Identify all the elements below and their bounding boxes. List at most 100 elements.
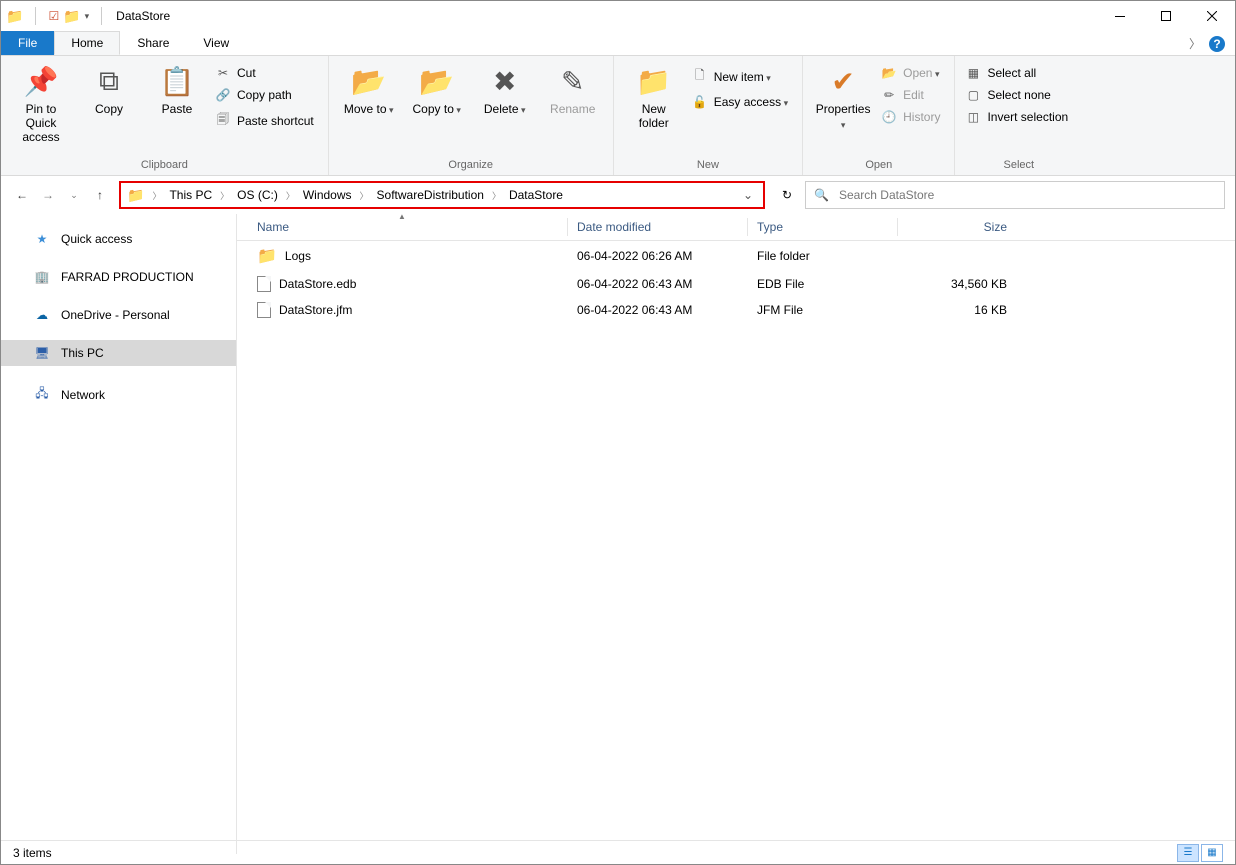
col-date[interactable]: Date modified: [567, 214, 747, 240]
rename-icon: ✎: [561, 62, 584, 100]
qat-dropdown-icon[interactable]: ▾: [85, 11, 90, 22]
copy-button[interactable]: ⧉ Copy: [81, 62, 137, 116]
copy-to-icon: 📂: [419, 62, 454, 100]
easy-access-button[interactable]: 🔓Easy access: [688, 93, 792, 111]
search-placeholder: Search DataStore: [839, 188, 934, 202]
item-count: 3 items: [13, 846, 52, 860]
address-bar[interactable]: 📁 〉 This PC 〉 OS (C:) 〉 Windows 〉 Softwa…: [119, 181, 765, 209]
view-details-button[interactable]: ☰: [1177, 844, 1199, 862]
chevron-right-icon[interactable]: 〉: [152, 189, 161, 202]
chevron-right-icon[interactable]: 〉: [220, 189, 229, 202]
ribbon-collapse-icon[interactable]: 〉: [1189, 35, 1201, 52]
recent-dropdown[interactable]: ⌄: [63, 184, 85, 206]
select-all-icon: ▦: [965, 66, 981, 80]
crumb-datastore[interactable]: DataStore: [509, 188, 563, 202]
chevron-right-icon[interactable]: 〉: [286, 189, 295, 202]
star-icon: ★: [33, 232, 51, 246]
crumb-this-pc[interactable]: This PC: [169, 188, 212, 202]
invert-selection-button[interactable]: ◫Invert selection: [961, 108, 1072, 126]
col-name[interactable]: ▲Name: [237, 214, 567, 240]
crumb-softwaredistribution[interactable]: SoftwareDistribution: [377, 188, 484, 202]
content-area: ★Quick access 🏢FARRAD PRODUCTION ☁OneDri…: [1, 214, 1235, 854]
maximize-button[interactable]: [1143, 1, 1189, 31]
col-type[interactable]: Type: [747, 214, 897, 240]
group-select: ▦Select all ▢Select none ◫Invert selecti…: [955, 56, 1082, 175]
chevron-right-icon[interactable]: 〉: [492, 189, 501, 202]
qat-checkbox-icon[interactable]: ☑: [48, 9, 59, 23]
folder-icon: 📁: [257, 246, 277, 266]
search-input[interactable]: 🔍 Search DataStore: [805, 181, 1225, 209]
rename-button[interactable]: ✎ Rename: [545, 62, 601, 116]
new-item-button[interactable]: 🗋New item: [688, 64, 792, 89]
window-controls: [1097, 1, 1235, 31]
move-to-icon: 📂: [351, 62, 386, 100]
sidebar-item-onedrive[interactable]: ☁OneDrive - Personal: [1, 302, 236, 328]
chevron-right-icon[interactable]: 〉: [360, 189, 369, 202]
crumb-os-c[interactable]: OS (C:): [237, 188, 278, 202]
copy-path-button[interactable]: 🔗Copy path: [211, 86, 318, 104]
tab-view[interactable]: View: [186, 31, 246, 55]
file-type: JFM File: [747, 298, 897, 322]
pin-button[interactable]: 📌 Pin to Quick access: [13, 62, 69, 144]
cloud-icon: ☁: [33, 308, 51, 322]
table-row[interactable]: DataStore.edb06-04-2022 06:43 AMEDB File…: [237, 271, 1235, 297]
qat-folder-icon[interactable]: 📁: [63, 8, 80, 25]
delete-button[interactable]: ✖ Delete: [477, 62, 533, 117]
edit-button[interactable]: ✏Edit: [877, 86, 944, 104]
properties-button[interactable]: ✔ Properties: [815, 62, 871, 132]
copy-path-icon: 🔗: [215, 88, 231, 102]
paste-shortcut-icon: 🗐: [215, 110, 231, 131]
minimize-button[interactable]: [1097, 1, 1143, 31]
paste-shortcut-button[interactable]: 🗐Paste shortcut: [211, 108, 318, 133]
group-open: ✔ Properties 📂Open ✏Edit 🕘History Open: [803, 56, 955, 175]
col-size[interactable]: Size: [897, 214, 1017, 240]
view-large-icons-button[interactable]: ▦: [1201, 844, 1223, 862]
back-button[interactable]: ←: [11, 184, 33, 206]
table-row[interactable]: 📁Logs06-04-2022 06:26 AMFile folder: [237, 241, 1235, 271]
file-type: File folder: [747, 244, 897, 268]
ribbon-tabs: File Home Share View 〉 ?: [1, 31, 1235, 56]
copy-to-button[interactable]: 📂 Copy to: [409, 62, 465, 117]
address-dropdown-icon[interactable]: ⌄: [739, 188, 757, 202]
file-size: [897, 251, 1017, 261]
file-icon: [257, 276, 271, 292]
navigation-pane: ★Quick access 🏢FARRAD PRODUCTION ☁OneDri…: [1, 214, 237, 854]
move-to-button[interactable]: 📂 Move to: [341, 62, 397, 117]
tab-share[interactable]: Share: [120, 31, 186, 55]
refresh-button[interactable]: ↻: [773, 181, 801, 209]
file-date: 06-04-2022 06:43 AM: [567, 272, 747, 296]
file-size: 34,560 KB: [897, 272, 1017, 296]
forward-button[interactable]: →: [37, 184, 59, 206]
group-clipboard: 📌 Pin to Quick access ⧉ Copy 📋 Paste ✂Cu…: [1, 56, 329, 175]
new-item-icon: 🗋: [692, 66, 708, 87]
select-none-button[interactable]: ▢Select none: [961, 86, 1072, 104]
open-button[interactable]: 📂Open: [877, 64, 944, 82]
history-icon: 🕘: [881, 110, 897, 124]
window-title: DataStore: [116, 9, 170, 23]
cut-button[interactable]: ✂Cut: [211, 64, 318, 82]
open-icon: 📂: [881, 66, 897, 80]
sidebar-item-this-pc[interactable]: 🖥This PC: [1, 340, 236, 366]
properties-icon: ✔: [831, 62, 854, 100]
easy-access-icon: 🔓: [692, 95, 708, 109]
file-date: 06-04-2022 06:43 AM: [567, 298, 747, 322]
new-folder-icon: 📁: [636, 62, 671, 100]
group-organize: 📂 Move to 📂 Copy to ✖ Delete ✎ Rename Or…: [329, 56, 614, 175]
close-button[interactable]: [1189, 1, 1235, 31]
select-all-button[interactable]: ▦Select all: [961, 64, 1072, 82]
file-name: DataStore.edb: [279, 277, 356, 291]
crumb-windows[interactable]: Windows: [303, 188, 352, 202]
sidebar-item-farrad[interactable]: 🏢FARRAD PRODUCTION: [1, 264, 236, 290]
help-icon[interactable]: ?: [1209, 36, 1225, 52]
sidebar-item-network[interactable]: 🖧Network: [1, 378, 236, 411]
paste-button[interactable]: 📋 Paste: [149, 62, 205, 116]
column-headers: ▲Name Date modified Type Size: [237, 214, 1235, 241]
tab-file[interactable]: File: [1, 31, 54, 55]
table-row[interactable]: DataStore.jfm06-04-2022 06:43 AMJFM File…: [237, 297, 1235, 323]
up-button[interactable]: ↑: [89, 184, 111, 206]
tab-home[interactable]: Home: [54, 31, 120, 55]
new-folder-button[interactable]: 📁 New folder: [626, 62, 682, 130]
sidebar-item-quick-access[interactable]: ★Quick access: [1, 226, 236, 252]
navigation-bar: ← → ⌄ ↑ 📁 〉 This PC 〉 OS (C:) 〉 Windows …: [1, 176, 1235, 214]
history-button[interactable]: 🕘History: [877, 108, 944, 126]
